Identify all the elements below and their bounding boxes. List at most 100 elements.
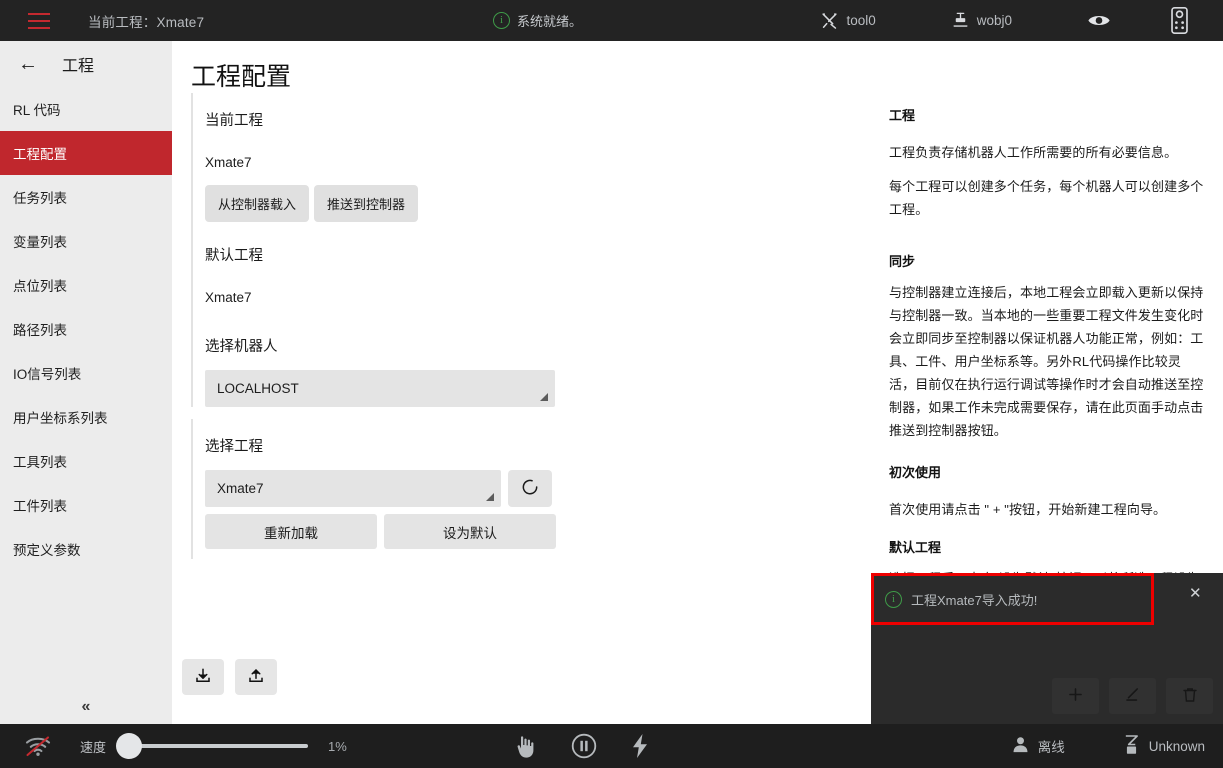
speed-slider[interactable]	[116, 733, 308, 759]
project-select-row: Xmate7	[205, 456, 871, 507]
sidebar-item-rl-code[interactable]: RL 代码	[0, 87, 172, 131]
hamburger-icon[interactable]	[28, 13, 50, 29]
panel-action-buttons	[1052, 678, 1213, 714]
sidebar-item-label: 预定义参数	[13, 539, 81, 559]
add-button[interactable]	[1052, 678, 1099, 714]
section-select-robot: 选择机器人 LOCALHOST	[191, 319, 871, 407]
page-title: 工程配置	[191, 57, 871, 93]
robot-select-value: LOCALHOST	[217, 381, 299, 396]
speed-slider-track	[130, 744, 308, 748]
section-select-project: 选择工程 Xmate7 重新加载 设为默认	[191, 419, 871, 559]
select-robot-label: 选择机器人	[205, 319, 871, 356]
doc-paragraph-1: 工程负责存储机器人工作所需要的所有必要信息。	[889, 124, 1207, 164]
sidebar-item-point-list[interactable]: 点位列表	[0, 263, 172, 307]
robot-status[interactable]: Unknown	[1123, 734, 1205, 758]
set-default-project-button[interactable]: 设为默认	[384, 514, 556, 549]
pencil-icon	[1123, 685, 1142, 707]
default-project-section-label: 默认工程	[205, 228, 871, 265]
sidebar-item-label: 工件列表	[13, 495, 67, 515]
load-from-controller-button[interactable]: 从控制器载入	[205, 185, 309, 222]
speed-slider-knob[interactable]	[116, 733, 142, 759]
close-icon[interactable]: ✕	[1189, 584, 1202, 602]
delete-button[interactable]	[1166, 678, 1213, 714]
teach-pendant-button[interactable]	[1161, 7, 1198, 34]
workobject-icon	[951, 11, 970, 30]
sidebar-collapse-button[interactable]: «	[0, 698, 172, 716]
pause-button[interactable]	[571, 733, 597, 759]
power-bolt-button[interactable]	[631, 733, 649, 759]
sidebar-item-label: 工程配置	[13, 143, 67, 163]
sidebar-item-label: 任务列表	[13, 187, 67, 207]
teach-pendant-icon	[1171, 7, 1188, 34]
eye-icon	[1087, 11, 1111, 30]
sidebar-item-tool-list[interactable]: 工具列表	[0, 439, 172, 483]
speed-label: 速度	[80, 737, 106, 756]
doc-paragraph-2: 每个工程可以创建多个任务，每个机器人可以创建多个工程。	[889, 164, 1207, 221]
status-indicators: 离线 Unknown	[1012, 734, 1205, 758]
sidebar-item-label: 用户坐标系列表	[13, 407, 108, 427]
sidebar-item-predefined-params[interactable]: 预定义参数	[0, 527, 172, 571]
wobj-selector[interactable]: wobj0	[941, 11, 1022, 30]
top-bar-right-group: tool0 wobj0	[810, 0, 1223, 41]
visibility-toggle[interactable]	[1077, 11, 1121, 30]
top-bar: 当前工程：Xmate7 i 系统就绪。 tool0	[0, 0, 1223, 41]
refresh-projects-button[interactable]	[508, 470, 552, 507]
edit-button[interactable]	[1109, 678, 1156, 714]
project-select[interactable]: Xmate7	[205, 470, 501, 507]
run-controls	[515, 733, 649, 759]
current-project-label: 当前工程：Xmate7	[88, 11, 204, 31]
select-project-label: 选择工程	[205, 419, 871, 456]
sidebar-item-path-list[interactable]: 路径列表	[0, 307, 172, 351]
tool-selector[interactable]: tool0	[810, 11, 885, 30]
robot-status-label: Unknown	[1149, 739, 1205, 754]
wifi-off-icon[interactable]	[24, 734, 52, 758]
bottom-status-bar: 速度 1%	[0, 724, 1223, 768]
speed-value: 1%	[328, 739, 347, 754]
arrow-left-icon: ←	[18, 54, 38, 74]
user-status[interactable]: 离线	[1012, 736, 1065, 756]
doc-heading-project: 工程	[889, 41, 1205, 124]
sidebar-item-workpiece-list[interactable]: 工件列表	[0, 483, 172, 527]
sidebar-item-label: 路径列表	[13, 319, 67, 339]
sidebar-item-task-list[interactable]: 任务列表	[0, 175, 172, 219]
doc-heading-sync: 同步	[889, 221, 1205, 270]
default-project-value: Xmate7	[205, 265, 871, 319]
push-to-controller-button[interactable]: 推送到控制器	[314, 185, 418, 222]
sidebar-item-project-config[interactable]: 工程配置	[0, 131, 172, 175]
plus-icon	[1066, 685, 1085, 707]
upload-icon	[247, 667, 265, 688]
sidebar-item-label: 点位列表	[13, 275, 67, 295]
import-export-buttons	[182, 659, 277, 695]
current-project-section-label: 当前工程	[205, 93, 871, 130]
sidebar-back-button[interactable]: ← 工程	[0, 41, 172, 87]
sidebar-item-label: 工具列表	[13, 451, 67, 471]
import-project-button[interactable]	[182, 659, 224, 695]
current-project-actions: 从控制器载入 推送到控制器	[205, 170, 871, 228]
system-status-text: 系统就绪。	[517, 11, 582, 30]
export-project-button[interactable]	[235, 659, 277, 695]
sidebar-item-label: 变量列表	[13, 231, 67, 251]
chevron-down-icon	[486, 493, 494, 501]
toast-notification: i 工程Xmate7导入成功!	[871, 573, 1154, 625]
system-status: i 系统就绪。	[493, 0, 582, 41]
robot-icon	[1123, 734, 1140, 758]
sidebar-item-variable-list[interactable]: 变量列表	[0, 219, 172, 263]
doc-paragraph-4: 首次使用请点击 " + "按钮，开始新建工程向导。	[889, 481, 1207, 521]
sidebar: ← 工程 RL 代码 工程配置 任务列表 变量列表 点位列表 路径列表 IO信号…	[0, 41, 172, 724]
info-icon: i	[493, 12, 510, 29]
reload-project-button[interactable]: 重新加载	[205, 514, 377, 549]
tool-label: tool0	[846, 13, 875, 28]
toast-message: 工程Xmate7导入成功!	[911, 590, 1037, 609]
sidebar-item-io-signal-list[interactable]: IO信号列表	[0, 351, 172, 395]
tools-icon	[820, 11, 839, 30]
sidebar-title: 工程	[62, 52, 94, 76]
sidebar-item-user-frame-list[interactable]: 用户坐标系列表	[0, 395, 172, 439]
current-project-value: Xmate7	[205, 130, 871, 170]
doc-heading-first-use: 初次使用	[889, 442, 1205, 481]
robot-select[interactable]: LOCALHOST	[205, 370, 555, 407]
wobj-label: wobj0	[977, 13, 1012, 28]
project-select-value: Xmate7	[217, 481, 264, 496]
user-icon	[1012, 736, 1029, 756]
jog-hand-button[interactable]	[515, 734, 537, 759]
main-content: 工程配置 当前工程 Xmate7 从控制器载入 推送到控制器 默认工程 Xmat…	[172, 41, 871, 724]
